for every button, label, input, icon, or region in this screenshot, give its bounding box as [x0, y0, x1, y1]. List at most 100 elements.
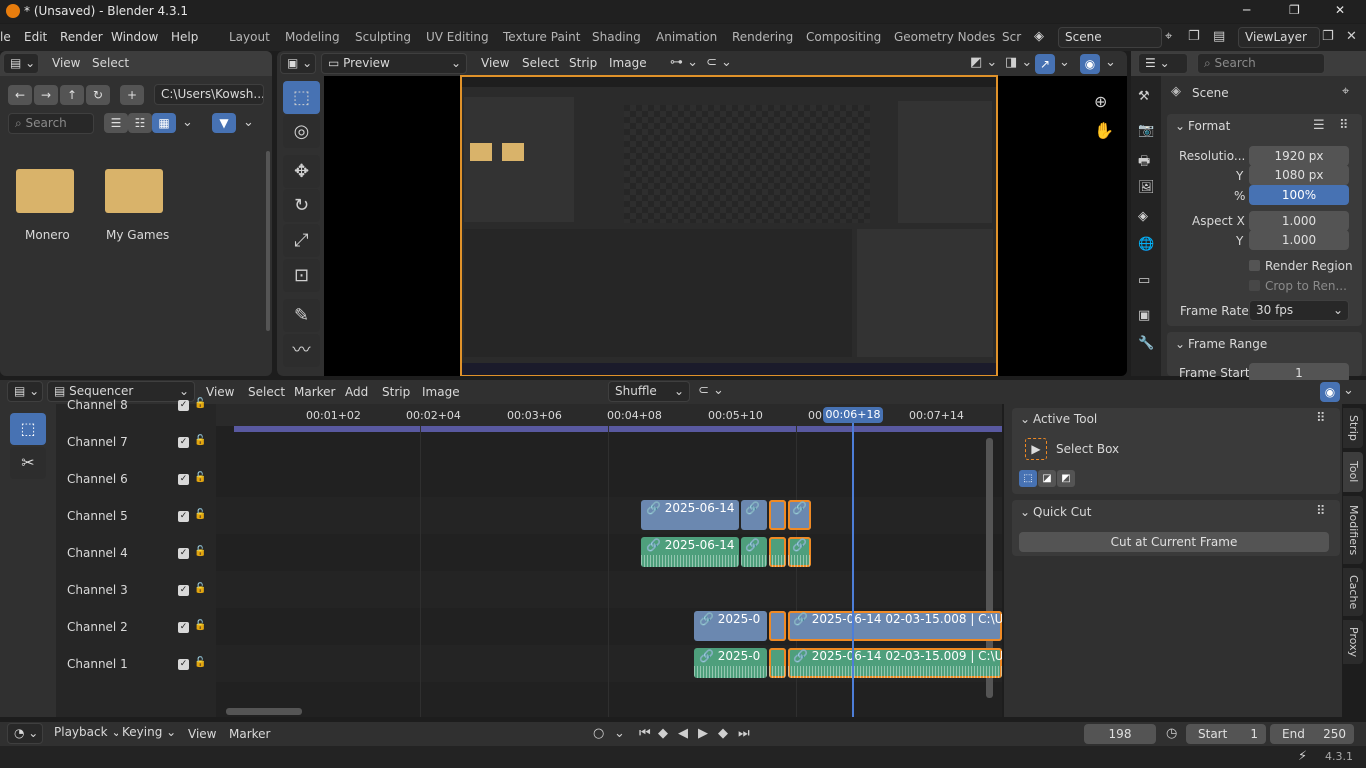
overlay-icon[interactable]: ◉ [1080, 54, 1100, 74]
sequencer-editor-type[interactable]: ▤ ⌄ [7, 381, 43, 402]
strip-sound[interactable]: 🔗 2025-0 [694, 648, 767, 678]
end-frame-field[interactable]: End 250 [1270, 724, 1354, 744]
active-tool-title[interactable]: Active Tool [1033, 412, 1097, 426]
strip-sound-selected[interactable]: 🔗 2025-06-14 02-03-15.009 | C:\U [788, 648, 1002, 678]
channel-mute-checkbox[interactable]: ✓ [178, 474, 189, 485]
resolution-x-field[interactable]: 1920 px [1249, 146, 1349, 166]
lock-icon[interactable]: 🔓 [194, 546, 206, 557]
scene-selector[interactable]: Scene [1058, 27, 1162, 48]
object-tab-icon[interactable]: ▣ [1138, 308, 1150, 323]
current-time-indicator[interactable]: 00:06+18 [823, 407, 883, 423]
fb-menu-view[interactable]: View [52, 56, 80, 70]
play-reverse-icon[interactable]: ◀ [678, 726, 688, 741]
seq-menu-image[interactable]: Image [422, 385, 460, 399]
folder-monero-label[interactable]: Monero [25, 228, 70, 242]
tab-sculpting[interactable]: Sculpting [355, 30, 411, 44]
record-icon[interactable]: ○ [593, 726, 604, 741]
vertical-list-icon[interactable]: ☰ [104, 113, 128, 133]
tool-tab-icon[interactable]: ⚒ [1138, 89, 1150, 104]
preview-menu-image[interactable]: Image [609, 56, 647, 70]
jump-end-icon[interactable]: ⏭ [738, 726, 750, 741]
seq-menu-marker[interactable]: Marker [294, 385, 335, 399]
pin-icon[interactable]: ⌖ [1342, 84, 1349, 99]
current-frame-field[interactable]: 198 [1084, 724, 1156, 744]
strip-movie-selected[interactable] [769, 500, 786, 530]
lock-icon[interactable]: 🔓 [194, 583, 206, 594]
channel-mute-checkbox[interactable]: ✓ [178, 585, 189, 596]
horizontal-scrollbar[interactable] [226, 708, 302, 715]
overlap-mode-dropdown[interactable]: Shuffle ⌄ [608, 381, 690, 402]
gizmo-icon[interactable]: ◨ ⌄ [1005, 55, 1032, 70]
menu-window[interactable]: Window [111, 30, 158, 44]
quick-cut-chevron-icon[interactable]: ⌄ [1020, 505, 1030, 519]
show-gizmo-icon[interactable]: ↗ [1035, 54, 1055, 74]
prev-keyframe-icon[interactable]: ◆ [658, 726, 668, 741]
tab-compositing[interactable]: Compositing [806, 30, 881, 44]
modifier-tab-icon[interactable]: 🔧 [1138, 336, 1154, 351]
folder-mygames-label[interactable]: My Games [106, 228, 169, 242]
start-frame-field[interactable]: Start 1 [1186, 724, 1266, 744]
drag-handle-icon[interactable]: ⠿ [1316, 504, 1326, 519]
aspect-y-field[interactable]: 1.000 [1249, 230, 1349, 250]
new-scene-icon[interactable]: ❐ [1188, 29, 1200, 44]
clock-icon[interactable]: ◷ [1166, 726, 1177, 741]
strip-movie-selected[interactable] [769, 611, 786, 641]
parent-dir-icon[interactable]: ↑ [60, 85, 84, 105]
strip-movie-selected[interactable]: 🔗 [788, 500, 811, 530]
mode-subtract-icon[interactable]: ◩ [1057, 470, 1075, 487]
tab-layout[interactable]: Layout [229, 30, 270, 44]
seq-menu-strip[interactable]: Strip [382, 385, 410, 399]
jump-start-icon[interactable]: ⏮ [639, 726, 651, 741]
keying-menu[interactable]: Keying ⌄ [116, 723, 178, 744]
menu-help[interactable]: Help [171, 30, 198, 44]
mode-set-icon[interactable]: ⬚ [1019, 470, 1037, 487]
refresh-icon[interactable]: ↻ [86, 85, 110, 105]
minimize-icon[interactable]: ─ [1243, 3, 1250, 17]
tab-uv-editing[interactable]: UV Editing [426, 30, 489, 44]
resolution-percent-field[interactable]: 100% [1249, 185, 1349, 205]
lock-icon[interactable]: 🔓 [194, 435, 206, 446]
seq-menu-select[interactable]: Select [248, 385, 285, 399]
sample-tool-icon[interactable]: ✎ [283, 299, 320, 332]
channel-mute-checkbox[interactable]: ✓ [178, 400, 189, 411]
scene-tab-icon[interactable]: ◈ [1138, 209, 1148, 224]
back-arrow-icon[interactable]: ← [8, 85, 32, 105]
tab-cache[interactable]: Cache [1343, 568, 1363, 616]
cursor-tool-icon[interactable]: ◎ [283, 115, 320, 148]
properties-search[interactable]: ⌕ Search [1197, 53, 1325, 74]
annotate-tool-icon[interactable]: 〰 [283, 334, 320, 367]
format-chevron-icon[interactable]: ⌄ [1175, 119, 1185, 133]
world-tab-icon[interactable]: 🌐 [1138, 237, 1154, 252]
crop-checkbox[interactable] [1249, 280, 1260, 291]
crop-label[interactable]: Crop to Ren... [1265, 279, 1347, 293]
fb-menu-select[interactable]: Select [92, 56, 129, 70]
render-region-label[interactable]: Render Region [1265, 259, 1353, 273]
snap-icon[interactable]: ⊂ ⌄ [706, 55, 732, 70]
drag-handle-icon[interactable]: ⠿ [1339, 118, 1349, 133]
horizontal-list-icon[interactable]: ☷ [128, 113, 152, 133]
snap-icon[interactable]: ⊂ ⌄ [698, 383, 724, 398]
render-region-checkbox[interactable] [1249, 260, 1260, 271]
strip-movie[interactable]: 🔗 2025-06-14 [641, 500, 739, 530]
new-viewlayer-icon[interactable]: ❐ [1322, 29, 1334, 44]
drag-handle-icon[interactable]: ⠿ [1316, 411, 1326, 426]
seq-menu-view[interactable]: View [206, 385, 234, 399]
tab-scripting[interactable]: Scr [1002, 30, 1021, 44]
timeline-menu-marker[interactable]: Marker [229, 727, 270, 741]
aspect-x-field[interactable]: 1.000 [1249, 211, 1349, 231]
lock-icon[interactable]: 🔓 [194, 509, 206, 520]
scale-tool-icon[interactable]: ⤢ [283, 224, 320, 257]
menu-render[interactable]: Render [60, 30, 103, 44]
keyframe-chevron-icon[interactable]: ⌄ [614, 726, 625, 741]
strip-movie-selected[interactable]: 🔗 2025-06-14 02-03-15.008 | C:\U [788, 611, 1002, 641]
tab-texture-paint[interactable]: Texture Paint [503, 30, 580, 44]
strip-sound[interactable]: 🔗 2025-06-14 [641, 537, 739, 567]
close-icon[interactable]: ✕ [1335, 3, 1345, 17]
blade-tool-icon[interactable]: ✂ [10, 447, 46, 479]
play-icon[interactable]: ▶ [698, 726, 708, 741]
lock-icon[interactable]: 🔓 [194, 620, 206, 631]
transform-tool-icon[interactable]: ⊡ [283, 259, 320, 292]
resolution-y-field[interactable]: 1080 px [1249, 165, 1349, 185]
pan-hand-icon[interactable]: ✋ [1094, 121, 1114, 140]
preview-editor-type[interactable]: ▣ ⌄ [280, 53, 316, 74]
